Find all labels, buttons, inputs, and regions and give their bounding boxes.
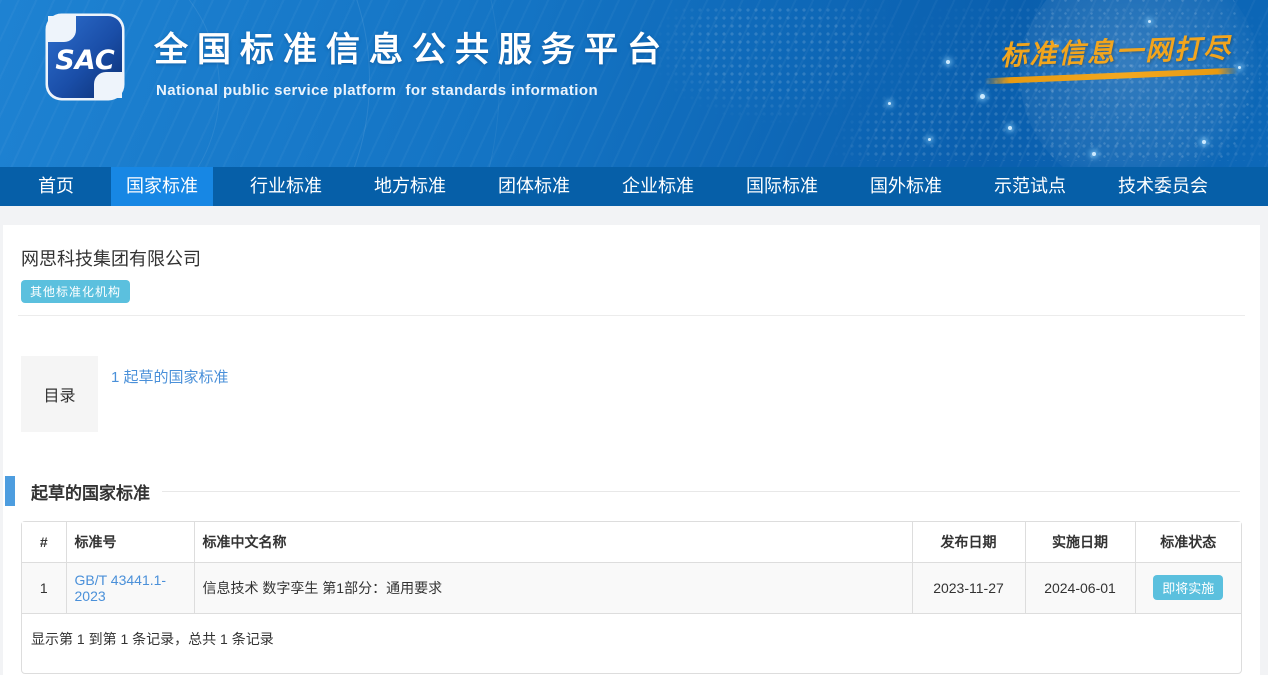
nav-item-technical-committees[interactable]: 技术委员会 xyxy=(1103,167,1223,206)
header-slogan: 标准信息一网打尽 xyxy=(999,26,1232,73)
nav-item-local-standards[interactable]: 地方标准 xyxy=(359,167,461,206)
table-row: 1 GB/T 43441.1-2023 信息技术 数字孪生 第1部分：通用要求 … xyxy=(22,562,1241,613)
publish-date-cell: 2023-11-27 xyxy=(912,562,1025,613)
glow-dot xyxy=(980,94,985,99)
glow-dot xyxy=(1238,66,1241,69)
implement-date-cell: 2024-06-01 xyxy=(1025,562,1135,613)
table-header-row: # 标准号 标准中文名称 发布日期 实施日期 标准状态 xyxy=(22,522,1241,562)
glow-dot xyxy=(928,138,931,141)
glow-dot xyxy=(1148,20,1151,23)
org-type-badge: 其他标准化机构 xyxy=(21,280,130,303)
nav-item-foreign-standards[interactable]: 国外标准 xyxy=(855,167,957,206)
nav-item-group-standards[interactable]: 团体标准 xyxy=(483,167,585,206)
nav-item-pilot-projects[interactable]: 示范试点 xyxy=(979,167,1081,206)
glow-dot xyxy=(946,60,950,64)
standards-table: # 标准号 标准中文名称 发布日期 实施日期 标准状态 1 GB/T 43441… xyxy=(22,522,1241,614)
sac-logo-text: SAC xyxy=(55,45,115,76)
standards-table-container: # 标准号 标准中文名称 发布日期 实施日期 标准状态 1 GB/T 43441… xyxy=(21,521,1242,674)
nav-item-home[interactable]: 首页 xyxy=(23,167,89,206)
section-title: 起草的国家标准 xyxy=(31,479,150,504)
main-nav: 首页 国家标准 行业标准 地方标准 团体标准 企业标准 国际标准 国外标准 示范… xyxy=(0,167,1268,206)
section-head: 起草的国家标准 xyxy=(3,476,1260,506)
col-header-standard-no: 标准号 xyxy=(66,522,194,562)
col-header-standard-name: 标准中文名称 xyxy=(194,522,912,562)
toc-label: 目录 xyxy=(21,356,98,432)
site-header: SAC 全国标准信息公共服务平台 National public service… xyxy=(0,0,1268,167)
sac-logo[interactable]: SAC xyxy=(45,13,125,106)
header-title-block: 全国标准信息公共服务平台 National public service pla… xyxy=(154,22,670,99)
globe-decoration xyxy=(1020,0,1260,167)
section-accent-bar xyxy=(5,476,15,506)
toc-body: 1 起草的国家标准 xyxy=(98,356,1242,432)
index-cell: 1 xyxy=(22,562,66,613)
standard-no-cell: GB/T 43441.1-2023 xyxy=(66,562,194,613)
col-header-index: # xyxy=(22,522,66,562)
org-name: 网思科技集团有限公司 xyxy=(21,245,1242,271)
standard-link[interactable]: GB/T 43441.1-2023 xyxy=(75,572,167,604)
nav-item-national-standards[interactable]: 国家标准 xyxy=(111,167,213,206)
col-header-implement-date: 实施日期 xyxy=(1025,522,1135,562)
site-subtitle: National public service platform for sta… xyxy=(156,82,670,99)
status-badge: 即将实施 xyxy=(1153,575,1223,600)
glow-dot xyxy=(1202,140,1206,144)
toc-link-drafted-national-standards[interactable]: 1 起草的国家标准 xyxy=(111,369,229,386)
divider xyxy=(18,315,1245,316)
col-header-publish-date: 发布日期 xyxy=(912,522,1025,562)
glow-dot xyxy=(888,102,891,105)
glow-dot xyxy=(1008,126,1012,130)
col-header-status: 标准状态 xyxy=(1135,522,1241,562)
nav-item-enterprise-standards[interactable]: 企业标准 xyxy=(607,167,709,206)
toc-box: 目录 1 起草的国家标准 xyxy=(21,356,1242,432)
section-rule xyxy=(162,491,1240,492)
site-title: 全国标准信息公共服务平台 xyxy=(154,22,670,71)
nav-item-international-standards[interactable]: 国际标准 xyxy=(731,167,833,206)
standard-name-cell: 信息技术 数字孪生 第1部分：通用要求 xyxy=(194,562,912,613)
page-content: 网思科技集团有限公司 其他标准化机构 目录 1 起草的国家标准 起草的国家标准 … xyxy=(3,225,1260,675)
sac-logo-image: SAC xyxy=(45,13,125,101)
glow-dot xyxy=(1092,152,1096,156)
record-summary: 显示第 1 到第 1 条记录，总共 1 条记录 xyxy=(22,614,1241,673)
nav-item-industry-standards[interactable]: 行业标准 xyxy=(235,167,337,206)
status-cell: 即将实施 xyxy=(1135,562,1241,613)
